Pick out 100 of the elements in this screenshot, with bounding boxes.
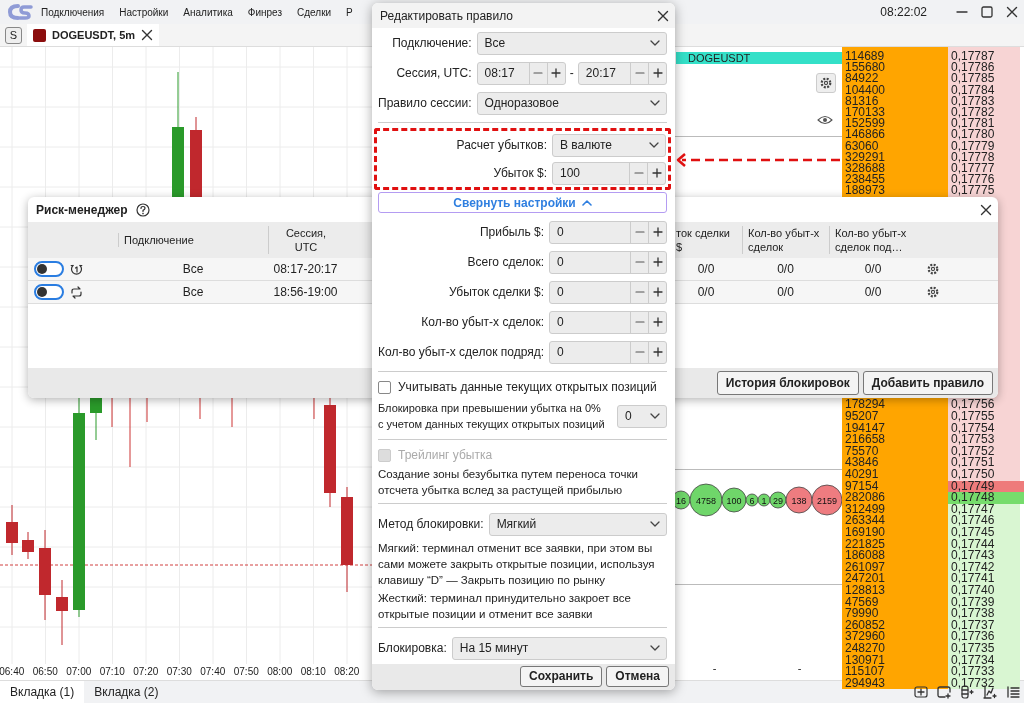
time-label: 07:30 <box>165 665 193 679</box>
chart-tab[interactable]: DOGEUSDT, 5m <box>27 24 160 46</box>
price-cell: 0,17748 <box>948 492 1024 504</box>
plus-icon <box>652 287 663 297</box>
chevron-icon <box>650 413 660 419</box>
time-label: 06:40 <box>0 665 26 679</box>
plus-icon <box>652 257 663 267</box>
settings-icon[interactable] <box>927 286 939 298</box>
toggle-switch[interactable] <box>34 261 64 277</box>
trade-bubble: 2159 <box>811 484 842 516</box>
hint-text: Создание зоны безубытка путем переноса точки отсчета убытка вслед за растущей прибылью <box>378 467 639 498</box>
table-cell-text: 0/0 <box>863 262 883 276</box>
settings-button[interactable] <box>816 73 836 93</box>
dropdown[interactable]: Мягкий <box>488 512 667 536</box>
field-label: Всего сделок: <box>466 254 545 270</box>
s-button[interactable]: S <box>5 26 22 44</box>
candle-wick <box>129 396 131 468</box>
number-field[interactable]: 100 <box>552 161 666 185</box>
column-header: Кол-во убыт-х сделок под… <box>829 226 917 254</box>
close-icon[interactable] <box>1005 6 1018 18</box>
table-cell-text: 0/0 <box>696 285 716 299</box>
field-label: Сессия, UTC: <box>395 65 472 81</box>
table-cell-text: 08:17-20:17 <box>272 262 339 276</box>
dropdown[interactable]: В валюте <box>552 133 666 157</box>
number-field[interactable]: 08:17 <box>476 61 566 85</box>
candle-wick <box>146 396 148 423</box>
dropdown[interactable]: Все <box>476 31 667 55</box>
menu-item[interactable]: Финрез <box>247 6 282 18</box>
settings-icon[interactable] <box>927 263 939 275</box>
eye-icon[interactable] <box>817 115 833 125</box>
window-plus-icon[interactable] <box>937 685 951 699</box>
trade-bubble: 138 <box>785 486 813 514</box>
checkbox[interactable] <box>378 380 391 394</box>
chevron-icon <box>650 645 660 651</box>
candle-wick <box>313 396 315 420</box>
toggle-switch[interactable] <box>34 284 64 300</box>
menu-item[interactable]: Подключения <box>41 6 105 18</box>
menu-item[interactable]: Р <box>346 6 353 18</box>
maximize-icon[interactable] <box>980 6 993 18</box>
time-label: 08:20 <box>333 665 361 679</box>
time-label: 08:00 <box>266 665 294 679</box>
hint-text: Мягкий: терминал отменит все заявки, при этом вы сами можете закрыть открытые позиции, используя клавишу “D” — Закрыть позицию по рынку <box>378 541 656 588</box>
list-icon[interactable] <box>1006 685 1020 699</box>
time-label: 07:20 <box>132 665 160 679</box>
field-label: Метод блокировки: <box>378 516 484 532</box>
footer-button[interactable]: История блокировок <box>716 371 859 395</box>
bottom-tab[interactable]: Вкладка (2) <box>84 681 169 703</box>
footer-button[interactable]: Сохранить <box>520 665 603 687</box>
table-cell-text: 0/0 <box>696 262 716 276</box>
candle <box>22 531 34 560</box>
settings-icon <box>820 77 832 89</box>
dropdown[interactable]: На 15 минут <box>451 636 667 660</box>
column-header: Сессия, UTC <box>268 226 343 254</box>
checkbox-label: Учитывать данные текущих открытых позиций <box>398 380 657 394</box>
collapse-button[interactable]: Свернуть настройки <box>378 192 667 213</box>
price-cell: 0,17746 <box>948 515 1020 527</box>
plus-icon <box>652 68 663 78</box>
column-header: Кол-во убыт-х сделок <box>742 226 829 254</box>
table-cell-text: 0/0 <box>776 285 795 299</box>
table-cell: - <box>712 662 717 674</box>
table-cell-text: 18:56-19:00 <box>272 285 339 299</box>
field-label: Кол-во убыт-х сделок: <box>420 314 545 330</box>
candle <box>56 579 68 646</box>
clock-text: 08:22:02 <box>880 5 927 19</box>
menu-item[interactable]: Аналитика <box>183 6 233 18</box>
plus-icon <box>551 68 562 78</box>
close-icon[interactable] <box>657 9 669 22</box>
field-label: Убыток $: <box>492 165 547 181</box>
candle-wick <box>199 396 201 420</box>
menu-item[interactable]: Настройки <box>119 6 169 18</box>
bottom-tab[interactable]: Вкладка (1) <box>0 681 85 703</box>
number-field[interactable]: 20:17 <box>577 61 667 85</box>
window-title: Риск-менеджер <box>36 202 128 217</box>
footer-button[interactable]: Добавить правило <box>862 371 993 395</box>
menu-item[interactable]: Сделки <box>297 6 332 18</box>
dropdown[interactable]: Одноразовое <box>476 91 667 115</box>
number-field[interactable]: 0 <box>549 310 667 334</box>
number-field[interactable]: 0 <box>549 340 667 364</box>
hint-text: Жесткий: терминал принудительно закроет все открытые позиции и отменит все заявки <box>378 591 632 622</box>
footer-button[interactable]: Отмена <box>606 665 669 687</box>
repeat-icon <box>70 285 83 299</box>
help-icon[interactable] <box>135 202 150 217</box>
candle-wick <box>111 396 113 428</box>
number-field[interactable]: 0 <box>549 220 667 244</box>
price-cell: 0,17743 <box>948 550 1020 562</box>
close-icon[interactable] <box>141 29 154 41</box>
number-field[interactable]: 0 <box>549 250 667 274</box>
number-field[interactable]: 0 <box>549 280 667 304</box>
trade-bubble: 29 <box>769 491 787 509</box>
table-cell-text: Все <box>181 262 205 276</box>
field-label: Прибыль $: <box>478 224 545 240</box>
dropdown[interactable]: 0 <box>617 404 667 428</box>
table-cell-text: 0/0 <box>776 262 795 276</box>
field-label: Подключение: <box>391 35 472 51</box>
square-plus-icon[interactable] <box>914 685 928 699</box>
field-label: Правило сессии: <box>378 95 472 111</box>
range-separator: - <box>569 66 574 80</box>
hint-text: Блокировка при превышении убытка на 0% с учетом данных текущих открытых позиций <box>378 401 606 432</box>
field-label: Блокировка: <box>378 640 447 656</box>
close-icon[interactable] <box>980 203 992 216</box>
